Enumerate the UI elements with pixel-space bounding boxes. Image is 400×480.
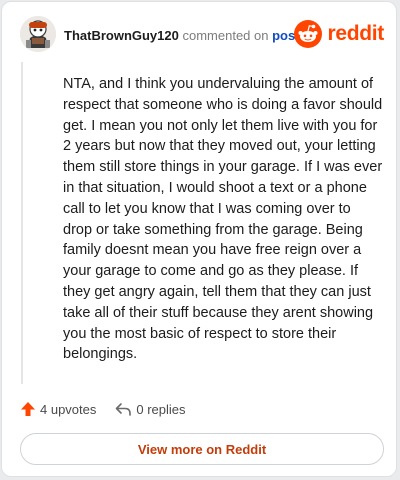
commented-on-label: commented on [182, 28, 269, 43]
reddit-snoo-icon [294, 20, 323, 48]
comment-meta: ThatBrownGuy120 commented on post [64, 28, 300, 43]
reply-arrow-icon [116, 403, 132, 416]
reddit-wordmark: reddit [327, 22, 384, 45]
upvote-arrow-icon [21, 402, 35, 416]
upvote-button[interactable]: 4 upvotes [20, 401, 96, 417]
comment-text: NTA, and I think you undervaluing the am… [63, 76, 383, 363]
view-more-button[interactable]: View more on Reddit [20, 433, 384, 465]
reply-count: 0 replies [136, 401, 186, 417]
comment-body: NTA, and I think you undervaluing the am… [21, 62, 383, 384]
username[interactable]: ThatBrownGuy120 [64, 28, 179, 43]
comment-embed-card: ThatBrownGuy120 commented on post reddit… [1, 1, 397, 477]
reply-button[interactable]: 0 replies [114, 401, 186, 417]
comment-actions: 4 upvotes 0 replies [20, 398, 204, 420]
upvote-count: 4 upvotes [40, 401, 97, 417]
comment-header: ThatBrownGuy120 commented on post reddit [20, 16, 384, 52]
reddit-logo[interactable]: reddit [294, 19, 384, 49]
user-avatar-icon[interactable] [20, 16, 56, 52]
